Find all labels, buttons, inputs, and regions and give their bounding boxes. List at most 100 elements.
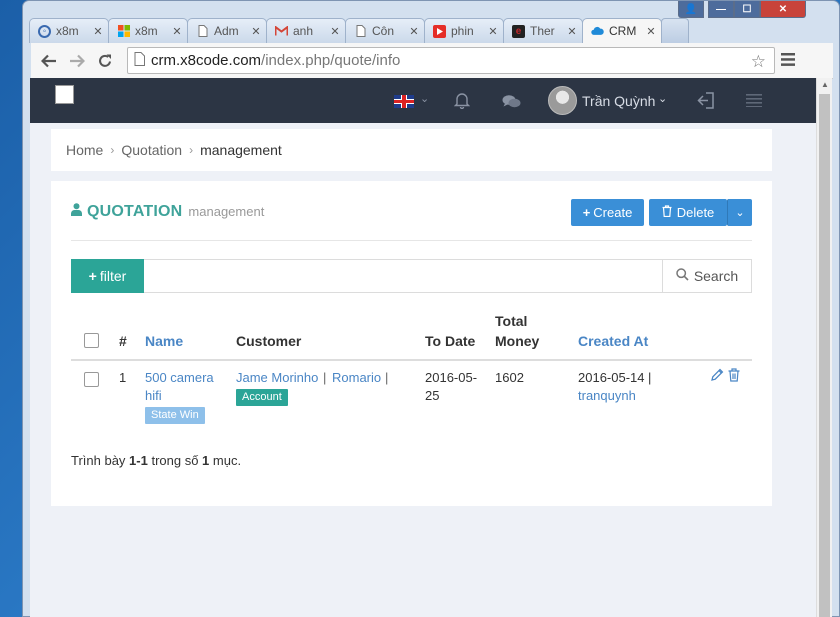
column-header-total-money-1: Total [495, 313, 528, 329]
plus-icon: + [582, 205, 591, 220]
breadcrumb-quotation[interactable]: Quotation [121, 142, 182, 158]
browser-toolbar: crm.x8code.com/index.php/quote/info ☆ [31, 43, 833, 79]
gmail-icon [275, 25, 288, 38]
row-name-line2[interactable]: hifi [145, 387, 162, 405]
chevron-down-icon: ⌄ [735, 207, 745, 219]
customer-link-2[interactable]: Romario [332, 369, 381, 387]
row-created-separator: | [648, 370, 652, 385]
page-scrollbar[interactable]: ▲ [816, 78, 832, 617]
chat-icon[interactable] [502, 94, 521, 112]
trash-icon[interactable] [728, 368, 740, 385]
address-bar[interactable]: crm.x8code.com/index.php/quote/info ☆ [127, 47, 775, 74]
select-all-checkbox[interactable] [84, 333, 99, 348]
avatar[interactable] [548, 86, 577, 115]
chevron-right-icon: › [189, 143, 194, 157]
maximize-button[interactable]: ☐ [734, 1, 760, 18]
row-checkbox[interactable] [84, 372, 99, 387]
title-main: QUOTATION [87, 203, 183, 220]
create-label: Create [593, 205, 633, 220]
row-name-line1[interactable]: 500 camera [145, 369, 214, 387]
tab-youtube[interactable]: phin ✕ [424, 18, 504, 43]
bell-icon[interactable] [453, 92, 471, 112]
scroll-up-arrow-icon[interactable]: ▲ [817, 78, 833, 92]
breadcrumb: Home › Quotation › management [51, 129, 772, 171]
tab-theme[interactable]: e Ther ✕ [503, 18, 583, 43]
user-name[interactable]: Trần Quỳnh [582, 93, 655, 109]
reload-button[interactable] [91, 47, 119, 75]
state-badge: State Win [145, 407, 205, 424]
delete-dropdown-toggle[interactable]: ⌄ [727, 199, 752, 226]
close-icon[interactable]: ✕ [487, 25, 499, 38]
scrollbar-thumb[interactable] [819, 94, 830, 617]
customer-separator: | [385, 370, 389, 385]
search-label: Search [693, 268, 739, 284]
tab-label: Ther [530, 24, 555, 38]
row-created-by[interactable]: tranquynh [578, 387, 636, 405]
close-icon[interactable]: ✕ [329, 25, 341, 38]
customer-separator: | [323, 370, 327, 385]
create-button[interactable]: + Create [571, 199, 644, 226]
table-header-divider [71, 359, 752, 361]
trash-icon [662, 205, 672, 220]
pencil-icon[interactable] [710, 368, 724, 385]
column-header-total-money-2: Money [495, 333, 540, 349]
pagination-summary: Trình bày 1-1 trong số 1 mục. [71, 453, 241, 468]
account-badge: Account [236, 389, 288, 406]
tab-x8m-1[interactable]: ◦ x8m ✕ [29, 18, 109, 43]
tab-gmail[interactable]: anh ✕ [266, 18, 346, 43]
youtube-icon [433, 24, 446, 38]
logo-image[interactable] [55, 85, 74, 104]
divider [71, 240, 752, 241]
tab-label: x8m [135, 24, 158, 38]
close-icon[interactable]: ✕ [408, 25, 420, 38]
new-tab-button[interactable] [661, 18, 689, 43]
filter-bar: + filter Search [71, 259, 752, 293]
close-icon[interactable]: ✕ [566, 25, 578, 38]
uk-flag-icon[interactable] [394, 95, 414, 108]
back-button[interactable] [35, 47, 63, 75]
page-icon [134, 51, 145, 70]
url-path: /index.php/quote/info [261, 52, 401, 69]
minimize-button[interactable]: — [708, 1, 734, 18]
column-header-name[interactable]: Name [145, 331, 183, 351]
column-header-created-at[interactable]: Created At [578, 331, 648, 351]
breadcrumb-home[interactable]: Home [66, 142, 103, 158]
tab-admin[interactable]: Adm ✕ [187, 18, 267, 43]
app-header: ⌄ Trần Quỳnh ⌄ [30, 78, 816, 123]
customer-link-1[interactable]: Jame Morinho [236, 369, 318, 387]
reload-icon [99, 54, 111, 67]
tab-strip: ◦ x8m ✕ x8m ✕ Adm ✕ anh ✕ Côn ✕ phin ✕ e… [29, 18, 689, 43]
tab-x8m-2[interactable]: x8m ✕ [108, 18, 188, 43]
tab-label: Côn [372, 24, 395, 38]
close-icon[interactable]: ✕ [250, 25, 262, 38]
row-created-date: 2016-05-14 [578, 370, 645, 385]
close-icon[interactable]: ✕ [171, 25, 183, 38]
filter-button[interactable]: + filter [71, 259, 144, 293]
menu-icon[interactable] [746, 94, 762, 110]
chevron-down-icon[interactable]: ⌄ [420, 92, 429, 105]
column-header-to-date: To Date [425, 333, 476, 349]
forward-button[interactable] [63, 47, 91, 75]
tab-document[interactable]: Côn ✕ [345, 18, 425, 43]
column-header-index: # [119, 333, 127, 349]
cloud-icon [591, 25, 604, 38]
shield-icon: ◦ [38, 24, 51, 38]
chevron-right-icon: › [110, 143, 115, 157]
tab-crm[interactable]: CRM ✕ [582, 18, 662, 43]
arrow-right-icon [70, 54, 85, 67]
summary-middle: trong số [147, 453, 203, 468]
close-icon[interactable]: ✕ [645, 25, 657, 38]
browser-menu-button[interactable] [781, 51, 795, 71]
close-window-button[interactable]: ✕ [760, 1, 806, 18]
column-header-customer: Customer [236, 333, 302, 349]
close-icon[interactable]: ✕ [92, 25, 104, 38]
page-title: QUOTATION management [71, 203, 264, 221]
quotation-panel: QUOTATION management + Create Delete ⌄ +… [51, 181, 772, 506]
chevron-down-icon[interactable]: ⌄ [658, 92, 667, 105]
logout-icon[interactable] [697, 92, 715, 112]
bookmark-star-icon[interactable]: ☆ [751, 52, 766, 72]
document-icon [354, 25, 367, 38]
delete-button[interactable]: Delete [649, 199, 727, 226]
profile-button[interactable]: 👤 [678, 1, 704, 18]
search-button[interactable]: Search [662, 260, 751, 292]
